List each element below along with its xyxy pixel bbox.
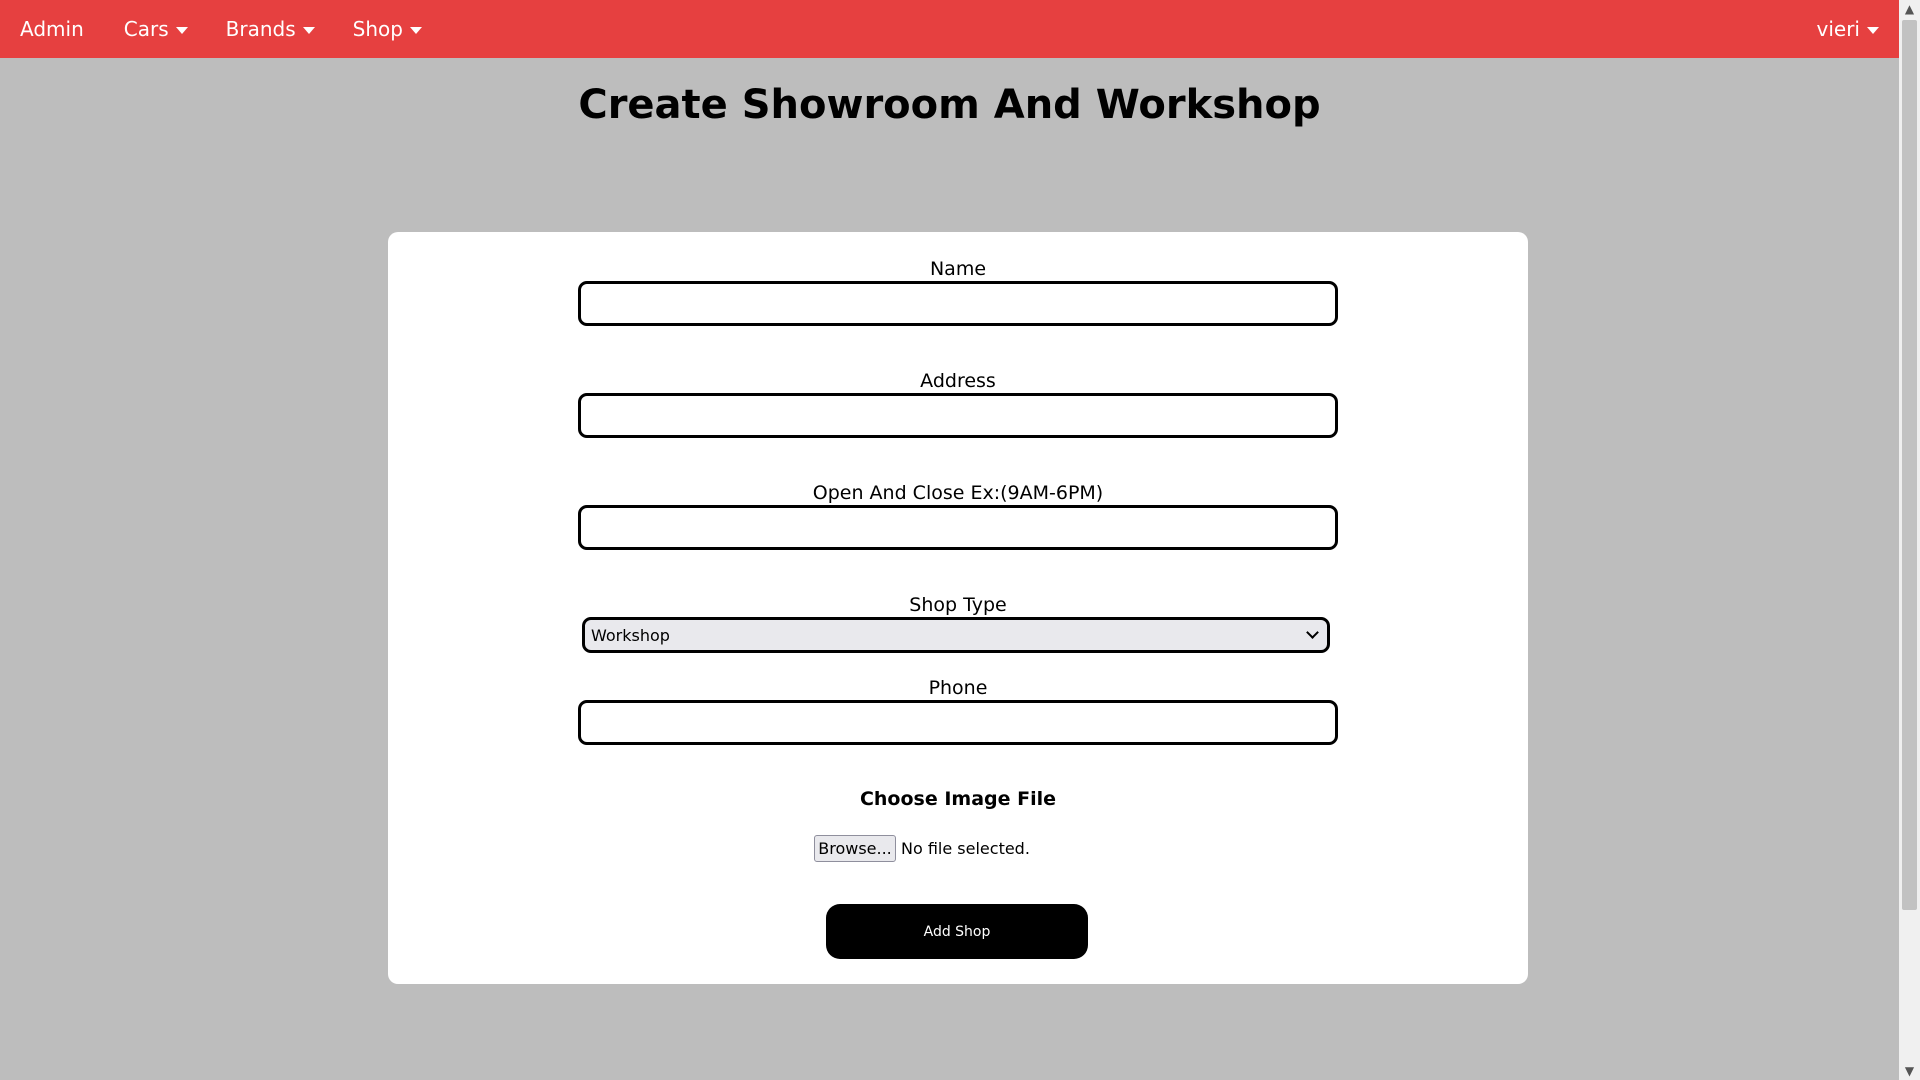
nav-item-shop-label: Shop: [352, 17, 403, 41]
user-menu[interactable]: vieri: [1817, 17, 1879, 41]
caret-down-icon: [1867, 26, 1879, 34]
address-label: Address: [920, 370, 996, 392]
shop-type-selected: Workshop: [591, 625, 670, 645]
nav-item-brands-label: Brands: [225, 17, 296, 41]
caret-down-icon: [302, 26, 315, 34]
hours-label: Open And Close Ex:(9AM-6PM): [812, 482, 1104, 504]
nav-item-brands[interactable]: Brands: [226, 17, 315, 41]
chevron-down-icon: [1306, 626, 1319, 639]
page-title: Create Showroom And Workshop: [578, 82, 1321, 128]
user-name: vieri: [1816, 17, 1860, 41]
nav-item-shop[interactable]: Shop: [353, 17, 422, 41]
nav-item-cars[interactable]: Cars: [124, 17, 188, 41]
browse-button[interactable]: Browse...: [814, 835, 896, 862]
nav-item-cars-label: Cars: [123, 17, 169, 41]
name-input[interactable]: [578, 281, 1338, 326]
shop-type-select[interactable]: Workshop: [582, 617, 1330, 653]
add-shop-button[interactable]: Add Shop: [826, 904, 1088, 959]
file-picker: Browse... No file selected.: [814, 835, 1030, 862]
caret-down-icon: [409, 26, 422, 34]
create-shop-form: Name Address Open And Close Ex:(9AM-6PM)…: [388, 232, 1528, 984]
name-label: Name: [929, 258, 987, 280]
scroll-up-icon[interactable]: ▲: [1899, 0, 1920, 18]
file-status: No file selected.: [901, 839, 1030, 858]
scroll-thumb[interactable]: [1902, 20, 1917, 910]
caret-down-icon: [175, 26, 188, 34]
phone-input[interactable]: [578, 700, 1338, 745]
scroll-down-icon[interactable]: ▼: [1899, 1062, 1920, 1080]
phone-label: Phone: [928, 677, 988, 699]
nav-brand-admin[interactable]: Admin: [20, 17, 84, 41]
address-input[interactable]: [578, 393, 1338, 438]
hours-input[interactable]: [578, 505, 1338, 550]
top-navbar: Admin Cars Brands Shop vieri: [0, 0, 1899, 58]
page-scrollbar[interactable]: ▲ ▼: [1899, 0, 1920, 1080]
image-file-label: Choose Image File: [859, 788, 1057, 810]
shop-type-label: Shop Type: [909, 594, 1007, 616]
